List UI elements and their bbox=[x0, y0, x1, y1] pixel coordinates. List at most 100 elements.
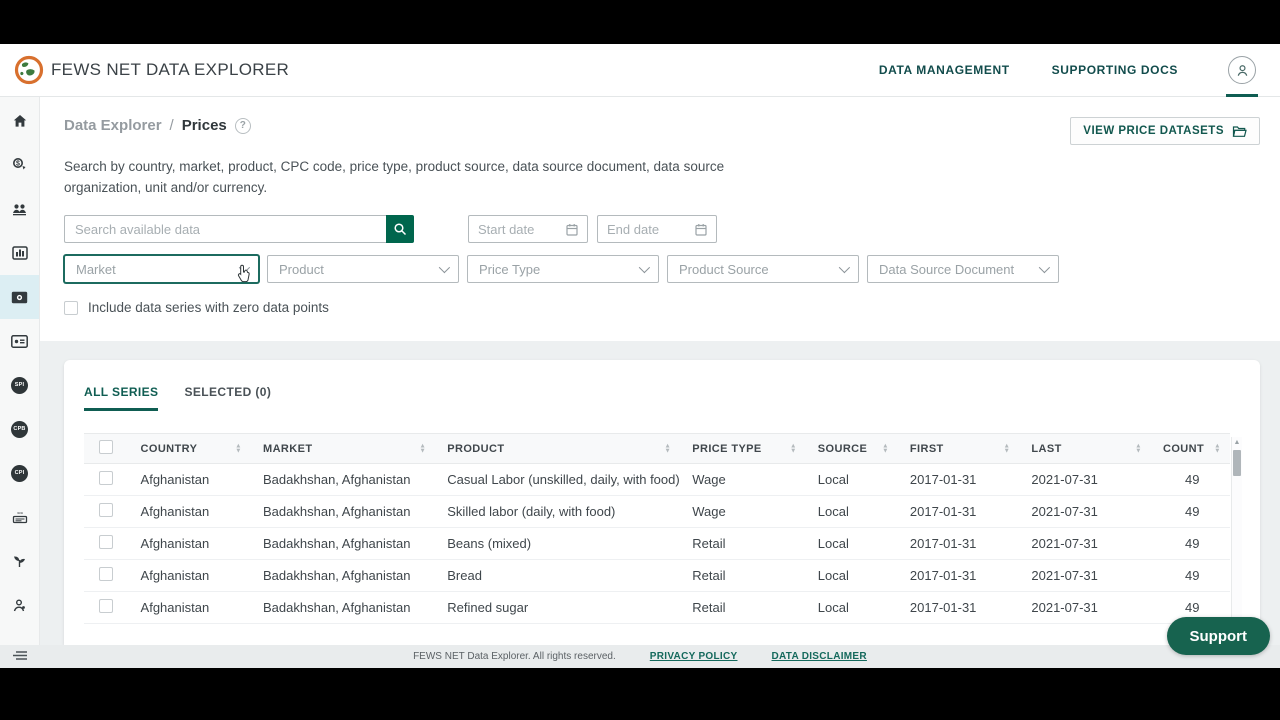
column-header-market[interactable]: MARKET ▲▼ bbox=[251, 434, 435, 464]
cell-first: 2017-01-31 bbox=[898, 592, 1019, 624]
column-label: LAST bbox=[1031, 443, 1061, 455]
sidebar-item-spi[interactable]: SPI bbox=[0, 363, 39, 407]
row-checkbox[interactable] bbox=[99, 599, 113, 613]
filter-placeholder: Product Source bbox=[679, 262, 769, 277]
breadcrumb-data-explorer[interactable]: Data Explorer bbox=[64, 117, 162, 134]
sidebar-item-crops[interactable] bbox=[0, 539, 39, 583]
sidebar: $ bbox=[0, 97, 40, 645]
table-row[interactable]: AfghanistanBadakhshan, AfghanistanSkille… bbox=[84, 496, 1230, 528]
nav-supporting-docs[interactable]: SUPPORTING DOCS bbox=[1052, 63, 1178, 77]
copyright-text: FEWS NET Data Explorer. All rights reser… bbox=[413, 651, 616, 662]
chevron-down-icon bbox=[1039, 262, 1050, 273]
sidebar-item-account[interactable] bbox=[0, 583, 39, 627]
view-price-datasets-button[interactable]: VIEW PRICE DATASETS bbox=[1070, 117, 1260, 145]
start-date-input[interactable]: Start date bbox=[468, 215, 588, 243]
user-avatar-button[interactable] bbox=[1228, 56, 1256, 84]
collapse-sidebar-button[interactable] bbox=[12, 649, 28, 667]
table-header-row: COUNTRY▲▼MARKET▲▼PRODUCT▲▼PRICE TYPE▲▼SO… bbox=[84, 434, 1230, 464]
column-label: PRICE TYPE bbox=[692, 443, 761, 455]
sort-icon[interactable]: ▲▼ bbox=[1214, 443, 1221, 454]
search-button[interactable] bbox=[386, 215, 414, 243]
table-row[interactable]: AfghanistanBadakhshan, AfghanistanCasual… bbox=[84, 464, 1230, 496]
start-date-placeholder: Start date bbox=[478, 222, 534, 237]
cell-country: Afghanistan bbox=[129, 592, 251, 624]
user-settings-icon bbox=[12, 598, 27, 613]
sort-icon[interactable]: ▲▼ bbox=[235, 443, 242, 454]
nav-data-management[interactable]: DATA MANAGEMENT bbox=[879, 63, 1010, 77]
sort-icon[interactable]: ▲▼ bbox=[882, 443, 889, 454]
filter-product-source[interactable]: Product Source bbox=[667, 255, 859, 283]
sort-icon[interactable]: ▲▼ bbox=[664, 443, 671, 454]
filter-price-type[interactable]: Price Type bbox=[467, 255, 659, 283]
row-checkbox[interactable] bbox=[99, 503, 113, 517]
sidebar-item-charts[interactable] bbox=[0, 231, 39, 275]
tab-all-series[interactable]: ALL SERIES bbox=[84, 385, 158, 411]
data-disclaimer-link[interactable]: DATA DISCLAIMER bbox=[772, 651, 867, 662]
brand[interactable]: FEWS NET DATA EXPLORER bbox=[14, 55, 289, 85]
column-label: MARKET bbox=[263, 443, 312, 455]
sort-icon[interactable]: ▲▼ bbox=[1004, 443, 1011, 454]
sidebar-item-cpi[interactable]: CPI bbox=[0, 451, 39, 495]
sort-icon[interactable]: ▲▼ bbox=[1135, 443, 1142, 454]
money-keyboard-icon: ≈≈ bbox=[12, 510, 28, 524]
open-folder-icon bbox=[1232, 125, 1247, 138]
currency-pin-icon: $ bbox=[12, 157, 27, 173]
select-all-checkbox[interactable] bbox=[99, 440, 113, 454]
sidebar-item-prices[interactable] bbox=[0, 275, 39, 319]
sidebar-item-exchange[interactable]: ≈≈ bbox=[0, 495, 39, 539]
breadcrumb-separator: / bbox=[170, 117, 174, 134]
column-label: FIRST bbox=[910, 443, 944, 455]
svg-text:$: $ bbox=[16, 160, 20, 167]
sidebar-item-currency[interactable]: $ bbox=[0, 143, 39, 187]
cell-source: Local bbox=[806, 528, 898, 560]
column-header-first[interactable]: FIRST ▲▼ bbox=[898, 434, 1019, 464]
sort-icon[interactable]: ▲▼ bbox=[419, 443, 426, 454]
column-header-count[interactable]: COUNT ▲▼ bbox=[1151, 434, 1230, 464]
cell-first: 2017-01-31 bbox=[898, 464, 1019, 496]
sort-icon[interactable]: ▲▼ bbox=[790, 443, 797, 454]
sidebar-item-population[interactable] bbox=[0, 187, 39, 231]
app-window: FEWS NET DATA EXPLORER DATA MANAGEMENT S… bbox=[0, 44, 1280, 668]
column-header-product[interactable]: PRODUCT▲▼ bbox=[435, 434, 680, 464]
table-row[interactable]: AfghanistanBadakhshan, AfghanistanBeans … bbox=[84, 528, 1230, 560]
scrollbar-thumb[interactable] bbox=[1233, 450, 1241, 476]
row-checkbox[interactable] bbox=[99, 535, 113, 549]
scrollbar-up-arrow[interactable]: ▲ bbox=[1232, 437, 1242, 446]
search-input[interactable] bbox=[64, 215, 386, 243]
cell-count: 49 bbox=[1151, 528, 1230, 560]
search-icon bbox=[393, 222, 407, 236]
zero-data-checkbox[interactable] bbox=[64, 301, 78, 315]
column-label: COUNT bbox=[1163, 443, 1204, 455]
table-row[interactable]: AfghanistanBadakhshan, AfghanistanRefine… bbox=[84, 592, 1230, 624]
tab-selected[interactable]: SELECTED (0) bbox=[184, 385, 271, 411]
row-checkbox[interactable] bbox=[99, 567, 113, 581]
filter-placeholder: Data Source Document bbox=[879, 262, 1014, 277]
column-header-price_type[interactable]: PRICE TYPE ▲▼ bbox=[680, 434, 806, 464]
cell-last: 2021-07-31 bbox=[1019, 528, 1151, 560]
support-button[interactable]: Support bbox=[1167, 617, 1271, 655]
table-scrollbar[interactable]: ▲ bbox=[1231, 437, 1242, 625]
series-tabs: ALL SERIES SELECTED (0) bbox=[64, 360, 1260, 411]
calendar-icon bbox=[695, 223, 707, 236]
column-header-last[interactable]: LAST ▲▼ bbox=[1019, 434, 1151, 464]
privacy-policy-link[interactable]: PRIVACY POLICY bbox=[650, 651, 738, 662]
sidebar-item-home[interactable] bbox=[0, 99, 39, 143]
column-header-country[interactable]: COUNTRY▲▼ bbox=[129, 434, 251, 464]
column-header-source[interactable]: SOURCE▲▼ bbox=[806, 434, 898, 464]
dataset-card-icon bbox=[11, 335, 28, 348]
filter-product[interactable]: Product bbox=[267, 255, 459, 283]
filter-data-source-document[interactable]: Data Source Document bbox=[867, 255, 1059, 283]
sidebar-item-datasets[interactable] bbox=[0, 319, 39, 363]
table-row[interactable]: AfghanistanBadakhshan, AfghanistanBreadR… bbox=[84, 560, 1230, 592]
end-date-input[interactable]: End date bbox=[597, 215, 717, 243]
page-description: Search by country, market, product, CPC … bbox=[64, 156, 764, 198]
zero-data-checkbox-row[interactable]: Include data series with zero data point… bbox=[64, 300, 329, 315]
cell-market: Badakhshan, Afghanistan bbox=[251, 528, 435, 560]
filter-market[interactable]: Market bbox=[64, 255, 259, 283]
zero-data-checkbox-label: Include data series with zero data point… bbox=[88, 300, 329, 315]
calendar-icon bbox=[566, 223, 578, 236]
row-checkbox[interactable] bbox=[99, 471, 113, 485]
help-icon[interactable]: ? bbox=[235, 118, 251, 134]
sidebar-item-cpb[interactable]: CPB bbox=[0, 407, 39, 451]
cell-market: Badakhshan, Afghanistan bbox=[251, 496, 435, 528]
